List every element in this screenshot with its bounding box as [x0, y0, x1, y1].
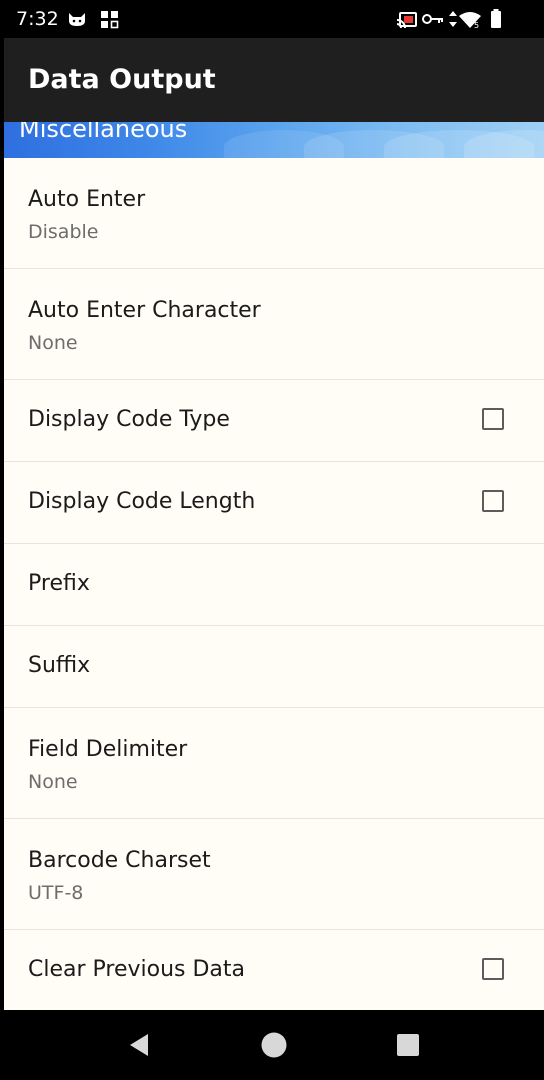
pref-title: Barcode Charset	[28, 848, 211, 873]
cast-icon	[396, 11, 418, 29]
pref-title: Suffix	[28, 653, 91, 678]
pref-display-code-length[interactable]: Display Code Length	[4, 462, 544, 544]
clear-previous-data-checkbox[interactable]	[482, 958, 504, 980]
back-icon[interactable]	[126, 1032, 152, 1062]
cat-notification-icon	[66, 11, 88, 27]
pref-summary: None	[28, 771, 78, 793]
data-arrows-icon	[448, 10, 458, 28]
pref-title: Display Code Type	[28, 407, 230, 432]
vpn-key-icon	[422, 12, 444, 26]
page-title: Data Output	[28, 64, 216, 95]
category-title: Miscellaneous	[19, 122, 188, 143]
pref-auto-enter[interactable]: Auto Enter Disable	[4, 158, 544, 269]
apps-grid-icon	[100, 10, 120, 30]
pref-title: Clear Previous Data	[28, 957, 246, 982]
pref-summary: Disable	[28, 221, 99, 243]
display-code-type-checkbox[interactable]	[482, 408, 504, 430]
display-code-length-checkbox[interactable]	[482, 490, 504, 512]
pref-field-delimiter[interactable]: Field Delimiter None	[4, 708, 544, 819]
pref-title: Field Delimiter	[28, 737, 188, 762]
navigation-bar	[4, 1010, 544, 1080]
pref-prefix[interactable]: Prefix	[4, 544, 544, 626]
preference-list[interactable]: Auto Enter Disable Auto Enter Character …	[4, 158, 544, 1010]
home-icon[interactable]	[261, 1032, 287, 1062]
pref-display-code-type[interactable]: Display Code Type	[4, 380, 544, 462]
pref-auto-enter-character[interactable]: Auto Enter Character None	[4, 269, 544, 380]
pref-title: Display Code Length	[28, 489, 256, 514]
pref-title: Auto Enter	[28, 187, 146, 212]
pref-title: Auto Enter Character	[28, 298, 261, 323]
pref-summary: None	[28, 332, 78, 354]
category-header: Miscellaneous	[4, 122, 544, 158]
pref-barcode-charset[interactable]: Barcode Charset UTF-8	[4, 819, 544, 930]
pref-title: Prefix	[28, 571, 90, 596]
pref-summary: UTF-8	[28, 882, 84, 904]
app-bar: Data Output	[4, 38, 544, 122]
battery-icon	[490, 9, 502, 29]
screen: 7:32 5 Data Output Miscellaneous Auto En…	[4, 0, 544, 1080]
wifi-icon: 5	[458, 11, 482, 29]
status-bar: 7:32 5	[4, 0, 544, 38]
pref-suffix[interactable]: Suffix	[4, 626, 544, 708]
pref-clear-previous-data[interactable]: Clear Previous Data	[4, 930, 544, 1010]
recents-icon[interactable]	[397, 1034, 419, 1060]
status-time: 7:32	[16, 8, 59, 30]
svg-text:5: 5	[474, 21, 479, 29]
